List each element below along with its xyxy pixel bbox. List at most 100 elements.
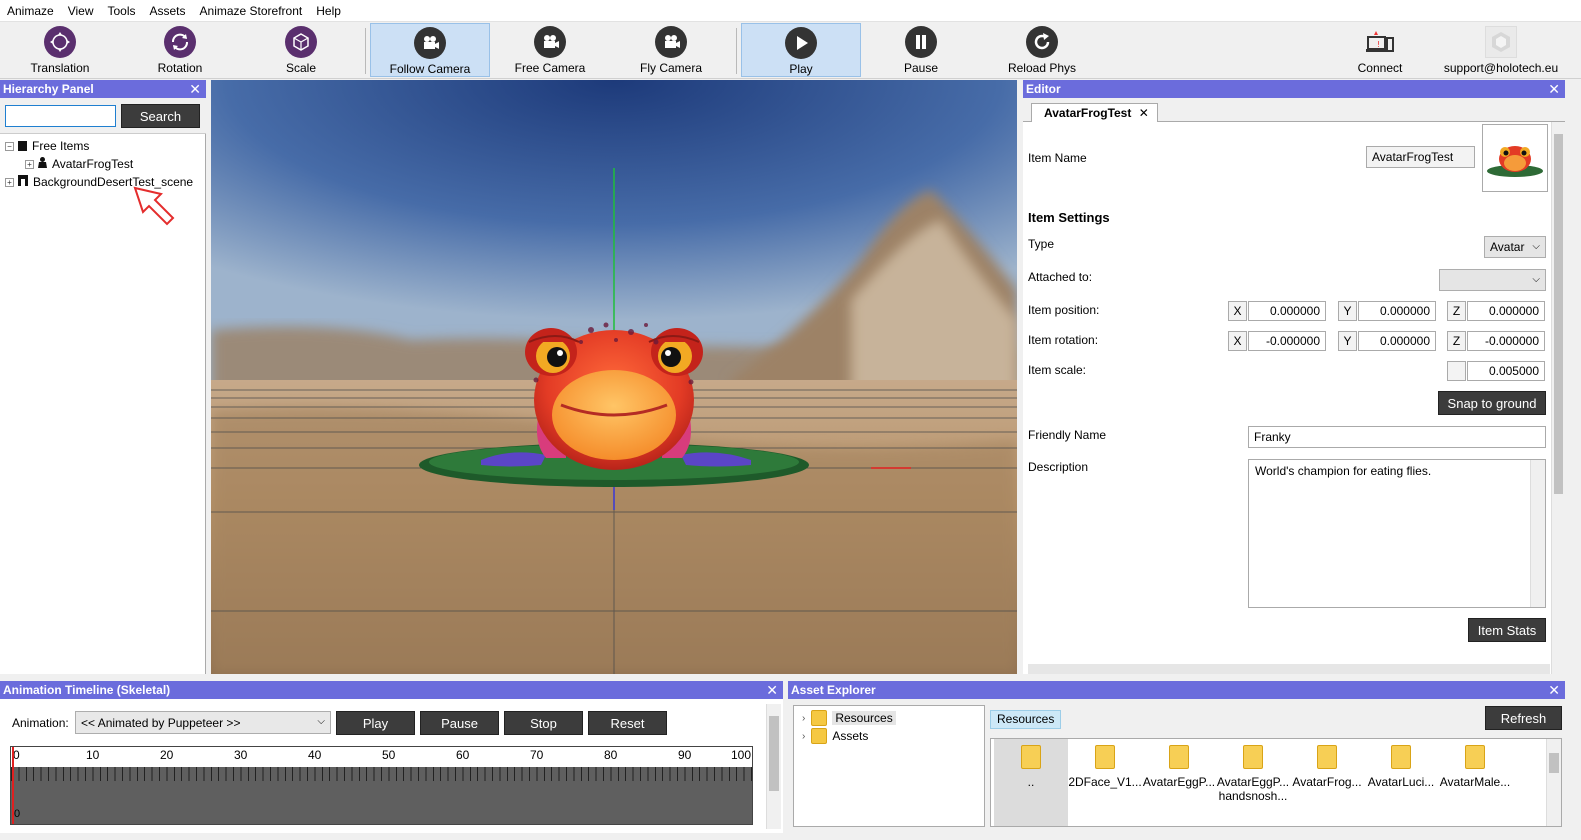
follow-camera-button[interactable]: Follow Camera <box>370 23 490 77</box>
asset-item[interactable]: AvatarFrog... <box>1290 739 1364 826</box>
menu-view[interactable]: View <box>61 0 101 22</box>
asset-item[interactable]: AvatarLuci... <box>1364 739 1438 826</box>
type-select[interactable]: Avatar ⌵ <box>1484 236 1546 258</box>
position-y-input[interactable]: 0.000000 <box>1358 301 1436 321</box>
collapse-icon[interactable]: − <box>5 141 14 151</box>
hierarchy-search-input[interactable] <box>5 105 116 127</box>
tick-label: 20 <box>160 748 174 762</box>
position-z-input[interactable]: 0.000000 <box>1467 301 1545 321</box>
menu-animaze[interactable]: Animaze <box>0 0 61 22</box>
scrollbar-thumb[interactable] <box>1554 134 1563 494</box>
asset-item-parent[interactable]: .. <box>994 739 1068 826</box>
support-button[interactable]: support@holotech.eu <box>1441 23 1561 77</box>
asset-item[interactable]: AvatarMale... <box>1438 739 1512 826</box>
menu-help[interactable]: Help <box>309 0 348 22</box>
tree-item-label: Free Items <box>32 139 90 153</box>
ruler-scale: 0 10 20 30 40 50 60 70 80 90 100 <box>11 747 752 767</box>
asset-item[interactable]: AvatarEggP... <box>1142 739 1216 826</box>
asset-tree-item-resources[interactable]: › Resources <box>802 709 896 727</box>
close-icon[interactable]: ✕ <box>1548 80 1560 98</box>
timeline-pause-button[interactable]: Pause <box>420 711 499 735</box>
fly-camera-button[interactable]: Fly Camera <box>611 23 731 77</box>
menu-assets[interactable]: Assets <box>143 0 193 22</box>
position-x-input[interactable]: 0.000000 <box>1248 301 1326 321</box>
z-axis-label: Z <box>1447 301 1466 321</box>
close-icon[interactable]: ✕ <box>189 80 201 98</box>
camera-icon <box>414 27 446 59</box>
close-icon[interactable]: ✕ <box>1548 681 1560 699</box>
scale-lock-box[interactable] <box>1447 361 1466 381</box>
camera-icon <box>534 26 566 58</box>
timeline-ruler[interactable]: 0 10 20 30 40 50 60 70 80 90 100 0 <box>10 746 753 825</box>
asset-tree-label: Resources <box>832 711 896 725</box>
rotation-z-input[interactable]: -0.000000 <box>1467 331 1545 351</box>
scrollbar-thumb[interactable] <box>769 716 779 791</box>
scale-button[interactable]: Scale <box>241 23 361 77</box>
description-textarea[interactable]: World's champion for eating flies. <box>1248 459 1546 608</box>
rotation-y-input[interactable]: 0.000000 <box>1358 331 1436 351</box>
item-stats-button[interactable]: Item Stats <box>1468 618 1546 642</box>
support-label: support@holotech.eu <box>1443 61 1559 75</box>
translation-button[interactable]: Translation <box>0 23 120 77</box>
scale-icon <box>285 26 317 58</box>
editor-horizontal-scrollbar[interactable] <box>1028 664 1550 674</box>
description-label: Description <box>1028 460 1089 474</box>
menu-storefront[interactable]: Animaze Storefront <box>193 0 310 22</box>
expand-icon[interactable]: + <box>25 159 34 169</box>
description-scrollbar[interactable] <box>1530 460 1545 607</box>
connect-button[interactable]: ! Connect <box>1320 23 1440 77</box>
search-button[interactable]: Search <box>121 104 200 128</box>
chevron-right-icon[interactable]: › <box>802 731 805 742</box>
menu-tools[interactable]: Tools <box>100 0 142 22</box>
close-icon[interactable]: ✕ <box>1139 106 1149 120</box>
asset-item[interactable]: 2DFace_V1... <box>1068 739 1142 826</box>
tick-label: 80 <box>604 748 618 762</box>
timeline-reset-button[interactable]: Reset <box>588 711 667 735</box>
animation-select[interactable]: << Animated by Puppeteer >> ⌵ <box>75 711 331 734</box>
asset-tree-item-assets[interactable]: › Assets <box>802 727 868 745</box>
pause-button[interactable]: Pause <box>861 23 981 77</box>
ruler-ticks <box>11 767 752 781</box>
item-name-field[interactable]: AvatarFrogTest <box>1366 146 1475 168</box>
scale-input[interactable]: 0.005000 <box>1467 361 1545 381</box>
asset-item[interactable]: AvatarEggP... handsnosh... <box>1216 739 1290 826</box>
item-rotation-label: Item rotation: <box>1028 333 1099 347</box>
editor-panel-title: Editor <box>1026 82 1061 96</box>
avatar-thumbnail <box>1482 124 1548 192</box>
scene-icon <box>18 175 28 189</box>
timeline-scrollbar[interactable] <box>766 704 781 829</box>
folder-icon <box>1243 745 1263 769</box>
snap-to-ground-button[interactable]: Snap to ground <box>1438 391 1546 415</box>
asset-grid-scrollbar[interactable] <box>1546 739 1561 826</box>
expand-icon[interactable]: + <box>5 177 14 187</box>
folder-icon <box>811 728 828 744</box>
folder-icon <box>1317 745 1337 769</box>
timeline-panel-header: Animation Timeline (Skeletal) ✕ <box>0 681 783 699</box>
tick-label: 70 <box>530 748 544 762</box>
friendly-name-input[interactable]: Franky <box>1248 426 1546 448</box>
asset-breadcrumb[interactable]: Resources <box>990 710 1062 729</box>
tree-item-label: AvatarFrogTest <box>52 157 134 171</box>
reload-phys-button[interactable]: Reload Phys <box>982 23 1102 77</box>
timeline-stop-button[interactable]: Stop <box>504 711 583 735</box>
close-icon[interactable]: ✕ <box>766 681 778 699</box>
free-camera-button[interactable]: Free Camera <box>490 23 610 77</box>
chevron-right-icon[interactable]: › <box>802 713 805 724</box>
chevron-down-icon: ⌵ <box>1532 241 1540 252</box>
scrollbar-thumb[interactable] <box>1549 753 1559 773</box>
play-button[interactable]: Play <box>741 23 861 77</box>
tree-item-free-items[interactable]: − Free Items <box>5 137 89 155</box>
asset-item-name-line2: handsnosh... <box>1218 789 1288 803</box>
rotation-x-input[interactable]: -0.000000 <box>1248 331 1326 351</box>
refresh-button[interactable]: Refresh <box>1485 706 1562 730</box>
scene-viewport[interactable] <box>211 80 1017 674</box>
tab-avatar-frog-test[interactable]: AvatarFrogTest ✕ <box>1031 103 1158 122</box>
tree-item-avatar[interactable]: + AvatarFrogTest <box>25 155 133 173</box>
item-position-label: Item position: <box>1028 303 1100 317</box>
timeline-play-button[interactable]: Play <box>336 711 415 735</box>
editor-scrollbar[interactable] <box>1551 122 1565 674</box>
asset-item-name: 2DFace_V1... <box>1068 775 1142 789</box>
rotation-button[interactable]: Rotation <box>120 23 240 77</box>
attached-to-select[interactable]: ⌵ <box>1439 269 1546 291</box>
x-axis-label: X <box>1228 331 1247 351</box>
